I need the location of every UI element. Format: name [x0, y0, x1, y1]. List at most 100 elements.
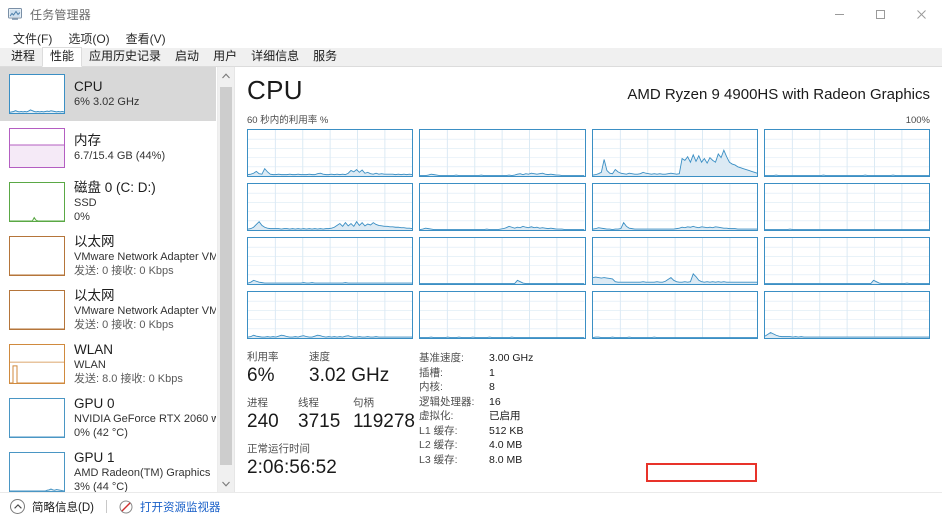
sidebar-item-text: CPU 6% 3.02 GHz	[74, 79, 139, 109]
stat-processes: 进程 240	[247, 397, 298, 434]
sidebar-item-detail: 3% (44 °C)	[74, 481, 128, 492]
tab-users[interactable]: 用户	[206, 48, 245, 66]
sidebar-item-wlan[interactable]: WLAN WLAN 发送: 8.0 接收: 0 Kbps	[0, 337, 216, 391]
scrollbar-thumb[interactable]	[220, 87, 232, 465]
spec-key: 虚拟化:	[419, 410, 454, 422]
page-title: CPU	[247, 75, 303, 105]
sidebar-item-label: WLAN	[74, 342, 114, 357]
maximize-button[interactable]	[860, 0, 901, 28]
sidebar-item-text: WLAN WLAN 发送: 8.0 接收: 0 Kbps	[74, 342, 183, 386]
stat-label-threads: 线程	[298, 397, 320, 409]
logical-processor-graph[interactable]	[247, 291, 414, 339]
cpu-stats-primary: 利用率 6% 速度 3.02 GHz 进程 240 线程 3715 句柄 119…	[247, 351, 415, 489]
sidebar-item-text: 以太网 VMware Network Adapter VMne 发送: 0 接收: …	[74, 234, 216, 278]
logical-processor-graph[interactable]	[419, 129, 586, 177]
spec-value: 3.00 GHz	[489, 352, 534, 364]
tab-app-history[interactable]: 应用历史记录	[82, 48, 169, 66]
sidebar-item-cpu[interactable]: CPU 6% 3.02 GHz	[0, 67, 216, 121]
stat-handles: 句柄 119278	[353, 397, 415, 434]
sidebar-item-disk-0[interactable]: 磁盘 0 (C: D:) SSD 0%	[0, 175, 216, 229]
cpu-spec-list: 基准速度: 3.00 GHz 插槽: 1 内核: 8 逻辑处理器: 16 虚拟化: 已启用 L1 缓…	[415, 351, 930, 489]
sidebar-thumbnail-wlan	[9, 344, 65, 384]
sidebar-item-detail: 发送: 8.0 接收: 0 Kbps	[74, 373, 183, 385]
logical-processor-graph[interactable]	[419, 291, 586, 339]
spec-row: L3 缓存: 8.0 MB	[419, 453, 930, 468]
scroll-up-arrow-icon[interactable]	[218, 67, 234, 84]
stat-value-handles: 119278	[353, 411, 415, 432]
spec-value: 16	[489, 395, 501, 408]
sidebar-item-gpu-0[interactable]: GPU 0 NVIDIA GeForce RTX 2060 with... 0% (…	[0, 391, 216, 445]
spec-key: 基准速度:	[419, 352, 464, 364]
menu-item-view[interactable]: 查看(V)	[119, 29, 173, 48]
chevron-up-icon[interactable]	[10, 499, 25, 514]
stat-value-utilization: 6%	[247, 365, 275, 386]
sidebar-thumbnail-ethernet-1	[9, 236, 65, 276]
open-resource-monitor-link[interactable]: 打开资源监视器	[140, 499, 221, 515]
logical-processor-graph[interactable]	[763, 237, 930, 285]
tab-performance[interactable]: 性能	[42, 47, 83, 67]
tab-details[interactable]: 详细信息	[244, 48, 307, 66]
sidebar-item-detail: 发送: 0 接收: 0 Kbps	[74, 319, 174, 331]
menu-bar: 文件(F) 选项(O) 查看(V)	[0, 28, 942, 48]
sidebar-item-text: GPU 1 AMD Radeon(TM) Graphics 3% (44 °C)	[74, 450, 210, 492]
status-bar: 简略信息(D) 打开资源监视器	[0, 492, 942, 520]
spec-row: L2 缓存: 4.0 MB	[419, 438, 930, 453]
cpu-header: CPU AMD Ryzen 9 4900HS with Radeon Graph…	[247, 75, 930, 106]
sidebar-item-label: 以太网	[74, 288, 115, 303]
logical-processor-graph[interactable]	[763, 183, 930, 231]
logical-processor-graph[interactable]	[591, 183, 758, 231]
sidebar-item-detail: WLAN	[74, 359, 106, 371]
logical-processor-graph[interactable]	[763, 291, 930, 339]
logical-processor-grid[interactable]	[247, 129, 930, 339]
logical-processor-graph[interactable]	[419, 237, 586, 285]
tab-services[interactable]: 服务	[306, 48, 345, 66]
sidebar-thumbnail-gpu-1	[9, 452, 65, 492]
logical-processor-graph[interactable]	[419, 183, 586, 231]
spec-key: 插槽:	[419, 366, 443, 379]
sidebar-item-label: 磁盘 0 (C: D:)	[74, 180, 156, 195]
sidebar-item-detail: AMD Radeon(TM) Graphics	[74, 467, 211, 479]
close-button[interactable]	[901, 0, 942, 28]
window-title: 任务管理器	[30, 7, 92, 22]
stat-utilization: 利用率 6%	[247, 351, 309, 388]
menu-item-file[interactable]: 文件(F)	[6, 29, 59, 48]
sidebar-item-detail: 发送: 0 接收: 0 Kbps	[74, 265, 174, 277]
logical-processor-graph[interactable]	[591, 291, 758, 339]
logical-processor-graph[interactable]	[247, 237, 414, 285]
logical-processor-graph[interactable]	[591, 129, 758, 177]
stat-label-handles: 句柄	[353, 397, 374, 409]
tab-processes[interactable]: 进程	[4, 48, 43, 66]
sidebar-item-text: 内存 6.7/15.4 GB (44%)	[74, 133, 165, 163]
sidebar-item-ethernet-1[interactable]: 以太网 VMware Network Adapter VMne 发送: 0 接收: …	[0, 229, 216, 283]
sidebar-item-memory[interactable]: 内存 6.7/15.4 GB (44%)	[0, 121, 216, 175]
logical-processor-graph[interactable]	[763, 129, 930, 177]
fewer-details-button[interactable]: 简略信息(D)	[32, 499, 94, 515]
content-body: CPU 6% 3.02 GHz 内存 6.7/15.4 GB (44%) 磁盘 0 (C…	[0, 67, 942, 492]
logical-processor-graph[interactable]	[591, 237, 758, 285]
stat-value-speed: 3.02 GHz	[309, 365, 390, 386]
tab-strip: 进程 性能 应用历史记录 启动 用户 详细信息 服务	[0, 47, 942, 67]
cpu-detail-panel: CPU AMD Ryzen 9 4900HS with Radeon Graph…	[235, 67, 942, 492]
spec-row: 虚拟化: 已启用	[419, 409, 930, 424]
spec-value: 8.0 MB	[489, 453, 523, 466]
menu-item-options[interactable]: 选项(O)	[61, 29, 116, 48]
sidebar-item-ethernet-2[interactable]: 以太网 VMware Network Adapter VMne 发送: 0 接收: …	[0, 283, 216, 337]
sidebar-item-text: 磁盘 0 (C: D:) SSD 0%	[74, 180, 156, 224]
sidebar-list: CPU 6% 3.02 GHz 内存 6.7/15.4 GB (44%) 磁盘 0 (C…	[0, 67, 216, 492]
sidebar-scrollbar[interactable]	[217, 67, 234, 492]
tab-startup[interactable]: 启动	[168, 48, 207, 66]
cpu-stats: 利用率 6% 速度 3.02 GHz 进程 240 线程 3715 句柄 119…	[247, 351, 930, 489]
performance-sidebar: CPU 6% 3.02 GHz 内存 6.7/15.4 GB (44%) 磁盘 0 (C…	[0, 67, 235, 492]
logical-processor-graph[interactable]	[247, 183, 414, 231]
spec-key: L1 缓存:	[419, 424, 458, 437]
stat-label-uptime: 正常运行时间	[247, 443, 310, 455]
sidebar-item-label: CPU	[74, 79, 103, 94]
scroll-down-arrow-icon[interactable]	[218, 475, 234, 492]
window-controls	[819, 0, 942, 28]
sidebar-item-detail: VMware Network Adapter VMne	[74, 305, 216, 317]
sidebar-item-gpu-1[interactable]: GPU 1 AMD Radeon(TM) Graphics 3% (44 °C)	[0, 445, 216, 492]
sidebar-item-detail: SSD	[74, 197, 97, 209]
minimize-button[interactable]	[819, 0, 860, 28]
logical-processor-graph[interactable]	[247, 129, 414, 177]
sidebar-item-label: 以太网	[74, 234, 115, 249]
